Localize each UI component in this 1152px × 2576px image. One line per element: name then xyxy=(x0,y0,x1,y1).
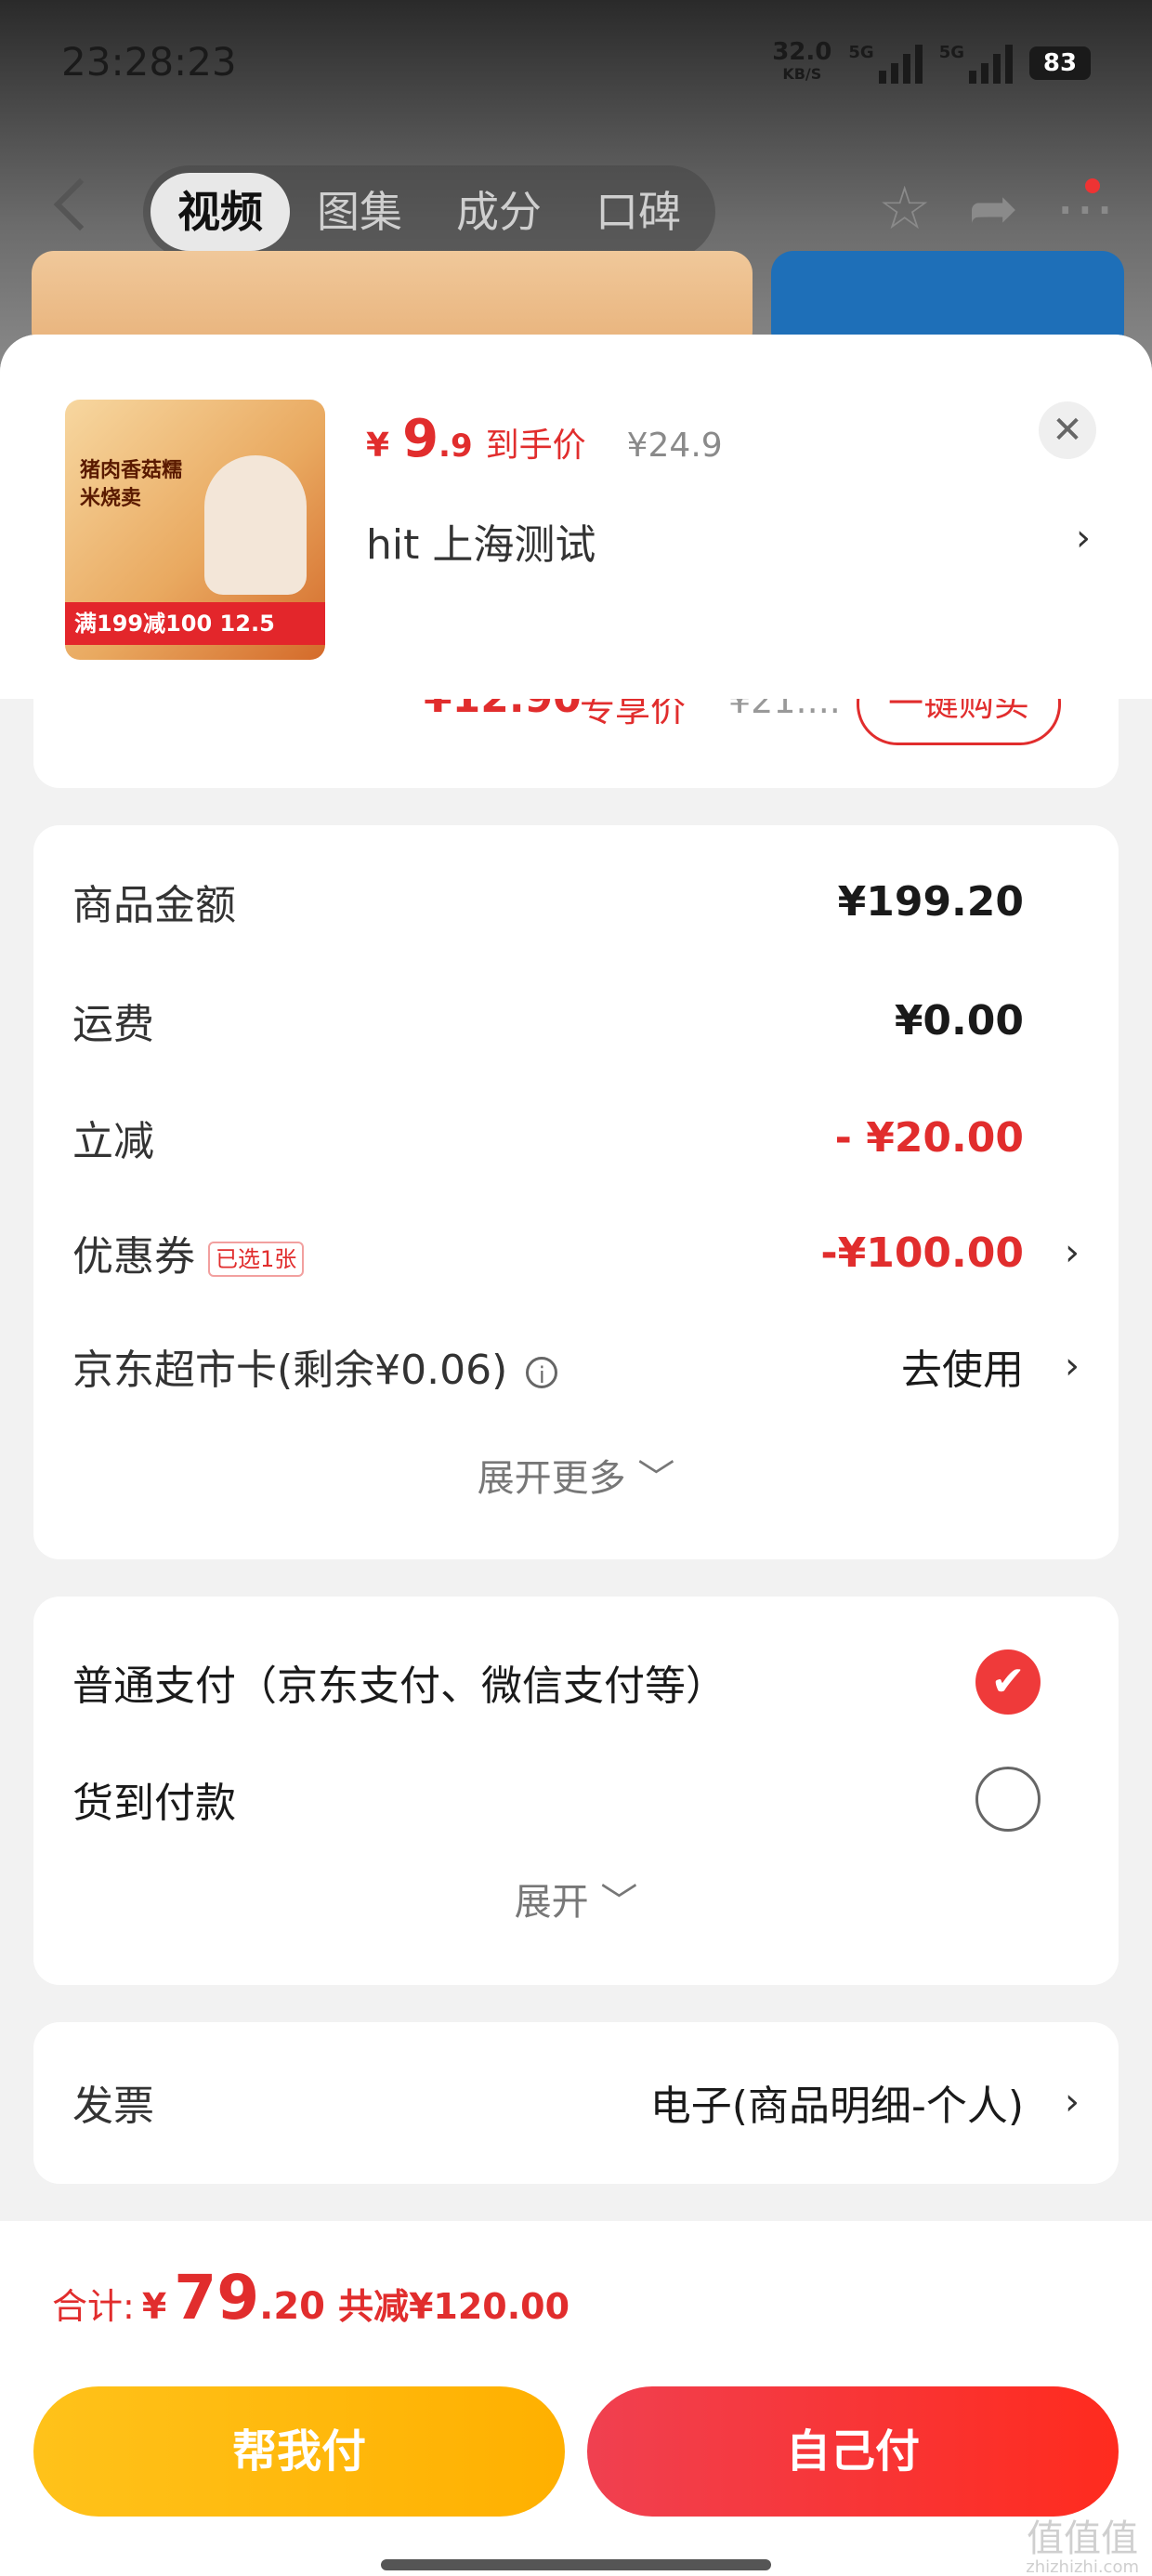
chevron-down-icon: ﹀ xyxy=(637,1457,675,1500)
product-image-figure xyxy=(204,455,307,595)
price-integer: 9 xyxy=(402,409,439,469)
invoice-card[interactable]: 发票 电子(商品明细-个人) › xyxy=(33,2022,1119,2184)
payment-option-cod[interactable]: 货到付款 xyxy=(72,1762,1080,1836)
coupon-row[interactable]: 优惠券 已选1张 -¥100.00 › xyxy=(72,1216,1080,1290)
self-pay-button[interactable]: 自己付 xyxy=(587,2386,1119,2517)
price-decimal: .9 xyxy=(439,427,473,465)
shipping-value: ¥0.00 xyxy=(894,996,1024,1045)
invoice-value: 电子(商品明细-个人) xyxy=(649,2083,1024,2130)
home-indicator[interactable] xyxy=(381,2559,771,2570)
battery-icon: 83 xyxy=(1029,46,1091,80)
price-label: 到手价 xyxy=(485,427,586,465)
payment-cod-label: 货到付款 xyxy=(72,1780,236,1827)
goods-amount-label: 商品金额 xyxy=(72,882,236,929)
chevron-right-icon[interactable]: › xyxy=(1076,517,1091,559)
total-decimal: .20 xyxy=(259,2285,325,2328)
shipping-label: 运费 xyxy=(72,1001,154,1048)
bottom-bar: 合计: ¥ 79 .20 共减¥120.00 帮我付 自己付 值值值 zhizhi… xyxy=(0,2221,1152,2576)
expand-payment-link[interactable]: 展开 ﹀ xyxy=(33,1872,1119,1925)
supermarket-card-row[interactable]: 京东超市卡(剩余¥0.06) i 去使用 › xyxy=(72,1329,1080,1403)
coupon-value: -¥100.00 xyxy=(820,1229,1024,1277)
payment-option-normal[interactable]: 普通支付（京东支付、微信支付等） ✔ xyxy=(72,1645,1080,1719)
instant-discount-value: - ¥20.00 xyxy=(834,1113,1024,1162)
original-price: ¥24.9 xyxy=(626,427,723,465)
coupon-label: 优惠券 已选1张 xyxy=(72,1223,820,1282)
star-icon[interactable]: ☆ xyxy=(878,175,931,243)
supermarket-card-label: 京东超市卡(剩余¥0.06) i xyxy=(72,1336,901,1396)
total-saved: 共减¥120.00 xyxy=(337,2286,570,2327)
chevron-right-icon[interactable]: › xyxy=(1065,2081,1080,2123)
info-icon[interactable]: i xyxy=(526,1357,558,1388)
buy-now-button[interactable]: 一键购买 xyxy=(857,699,1061,745)
notification-dot xyxy=(1085,178,1100,193)
radio-unselected-icon[interactable] xyxy=(975,1767,1041,1832)
product-image: 猪肉香菇糯米烧卖 满199减100 12.5 xyxy=(65,400,325,660)
instant-discount-row: 立减 - ¥20.00 xyxy=(72,1100,1080,1175)
product-image-title: 猪肉香菇糯米烧卖 xyxy=(80,459,183,510)
tab-gallery[interactable]: 图集 xyxy=(290,173,429,251)
watermark: 值值值 zhizhizhi.com xyxy=(1026,2517,1139,2576)
goods-amount-value: ¥199.20 xyxy=(837,877,1024,926)
total-integer: 79 xyxy=(174,2262,260,2333)
tab-reviews[interactable]: 口碑 xyxy=(569,173,708,251)
help-pay-button[interactable]: 帮我付 xyxy=(33,2386,565,2517)
back-icon[interactable] xyxy=(53,177,107,231)
product-image-banner: 满199减100 12.5 xyxy=(65,602,325,645)
invoice-label: 发票 xyxy=(72,2083,154,2130)
supermarket-card-action[interactable]: 去使用 xyxy=(901,1336,1024,1396)
chevron-right-icon[interactable]: › xyxy=(1065,1231,1080,1274)
goods-amount-row: 商品金额 ¥199.20 xyxy=(72,864,1080,939)
product-header: 猪肉香菇糯米烧卖 满199减100 12.5 ¥ 9 .9 到手价 ¥24.9 … xyxy=(0,335,1152,699)
order-total: 合计: ¥ 79 .20 共减¥120.00 xyxy=(52,2262,569,2333)
media-tabs: 视频 图集 成分 口碑 xyxy=(143,165,715,258)
payment-method-card: 普通支付（京东支付、微信支付等） ✔ 货到付款 展开 ﹀ xyxy=(33,1597,1119,1985)
chevron-down-icon: ﹀ xyxy=(600,1881,638,1924)
total-symbol: ¥ xyxy=(141,2286,167,2327)
checkmark-selected-icon[interactable]: ✔ xyxy=(975,1649,1041,1715)
total-label: 合计: xyxy=(52,2286,135,2327)
prev-item-price-label: 专享价 xyxy=(580,699,687,729)
close-icon[interactable]: ✕ xyxy=(1039,401,1096,459)
status-time: 23:28:23 xyxy=(61,39,237,85)
expand-more-link[interactable]: 展开更多 ﹀ xyxy=(33,1448,1119,1502)
product-name[interactable]: hit 上海测试 xyxy=(366,511,596,571)
price-symbol: ¥ xyxy=(366,427,390,465)
tab-ingredients[interactable]: 成分 xyxy=(429,173,569,251)
shipping-row: 运费 ¥0.00 xyxy=(72,983,1080,1058)
net-speed: 32.0 KB/S xyxy=(772,38,832,83)
nav-actions: ☆ ➦ ⋯ xyxy=(878,175,1115,243)
checkout-sheet: 猪肉香菇糯米烧卖 满199减100 12.5 ¥ 9 .9 到手价 ¥24.9 … xyxy=(0,335,1152,2576)
tab-video[interactable]: 视频 xyxy=(151,173,290,251)
signal-icon: 5G xyxy=(939,43,1013,84)
top-navigation: 视频 图集 成分 口碑 ☆ ➦ ⋯ xyxy=(0,165,1152,258)
invoice-row[interactable]: 发票 电子(商品明细-个人) › xyxy=(72,2065,1080,2139)
payment-normal-label: 普通支付（京东支付、微信支付等） xyxy=(72,1663,727,1710)
status-icons: 32.0 KB/S 5G 5G 83 xyxy=(772,38,1091,85)
previous-item-row: ¥12.90 专享价 ¥21.... 一键购买 xyxy=(33,699,1119,788)
coupon-tag: 已选1张 xyxy=(208,1242,305,1277)
prev-item-price: ¥12.90 xyxy=(424,699,582,722)
instant-discount-label: 立减 xyxy=(72,1118,154,1165)
signal-icon: 5G xyxy=(848,43,923,84)
share-icon[interactable]: ➦ xyxy=(968,175,1018,243)
chevron-right-icon[interactable]: › xyxy=(1065,1345,1080,1387)
prev-item-orig: ¥21.... xyxy=(728,699,841,721)
product-price: ¥ 9 .9 到手价 ¥24.9 xyxy=(366,409,723,469)
order-summary-card: 商品金额 ¥199.20 运费 ¥0.00 立减 - ¥20.00 优惠券 已选1… xyxy=(33,825,1119,1559)
